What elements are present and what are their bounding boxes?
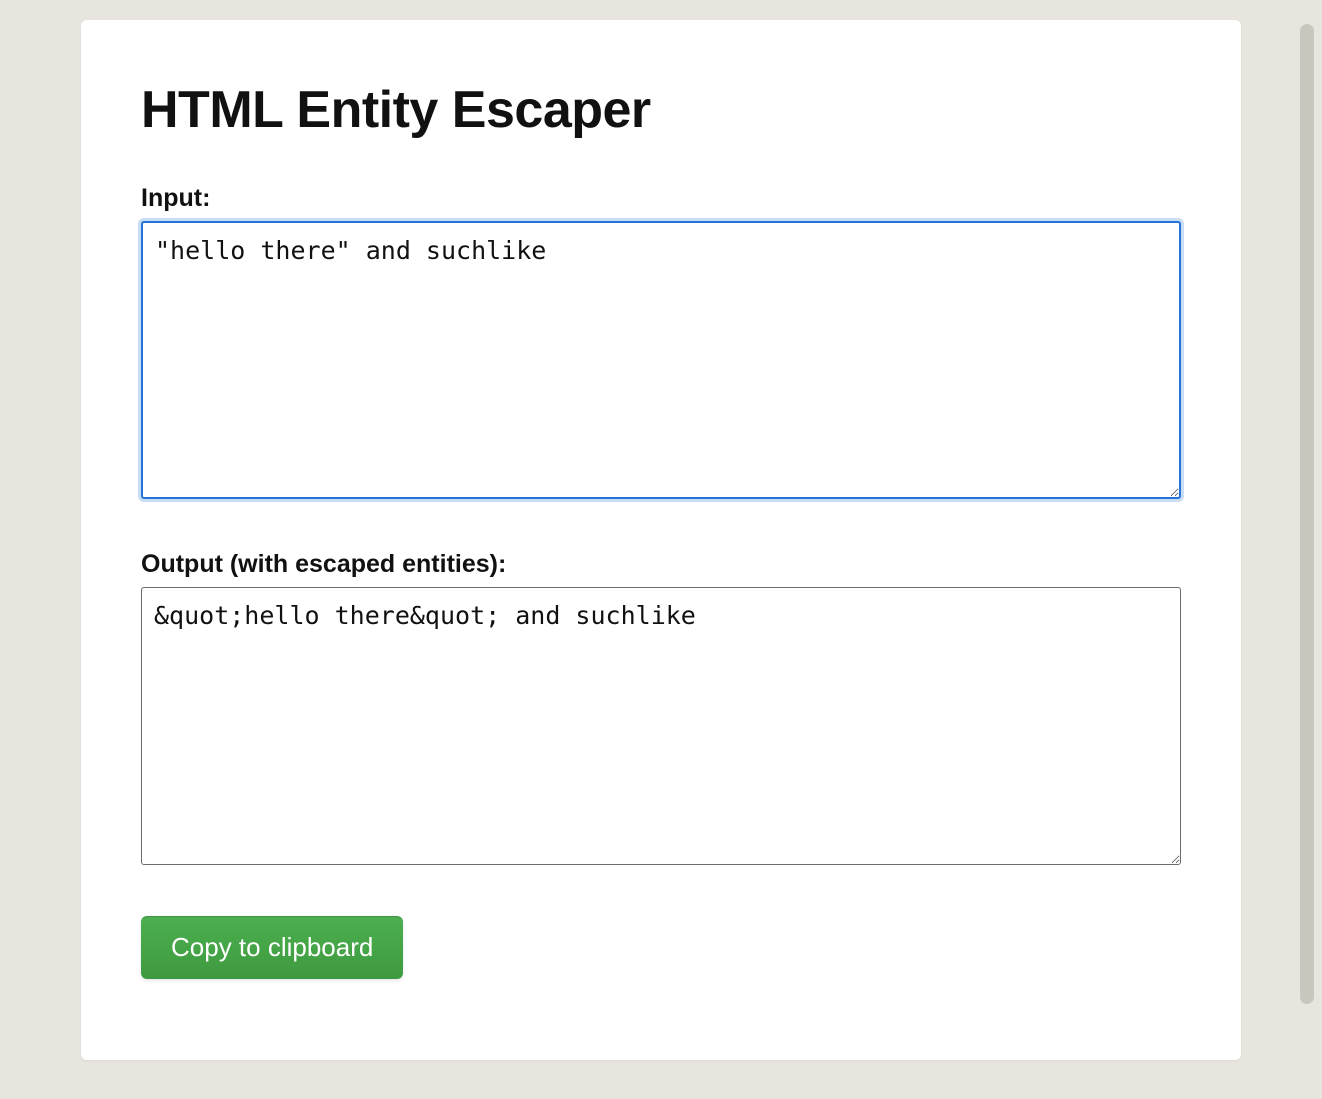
copy-to-clipboard-button[interactable]: Copy to clipboard: [141, 916, 403, 979]
output-label: Output (with escaped entities):: [141, 550, 1181, 579]
main-card: HTML Entity Escaper Input: Output (with …: [81, 20, 1241, 1060]
output-group: Output (with escaped entities):: [141, 550, 1181, 870]
input-label: Input:: [141, 184, 1181, 213]
vertical-scrollbar[interactable]: [1300, 24, 1314, 1004]
input-group: Input:: [141, 184, 1181, 504]
input-textarea[interactable]: [141, 221, 1181, 499]
output-textarea[interactable]: [141, 587, 1181, 865]
page-title: HTML Entity Escaper: [141, 80, 1181, 140]
